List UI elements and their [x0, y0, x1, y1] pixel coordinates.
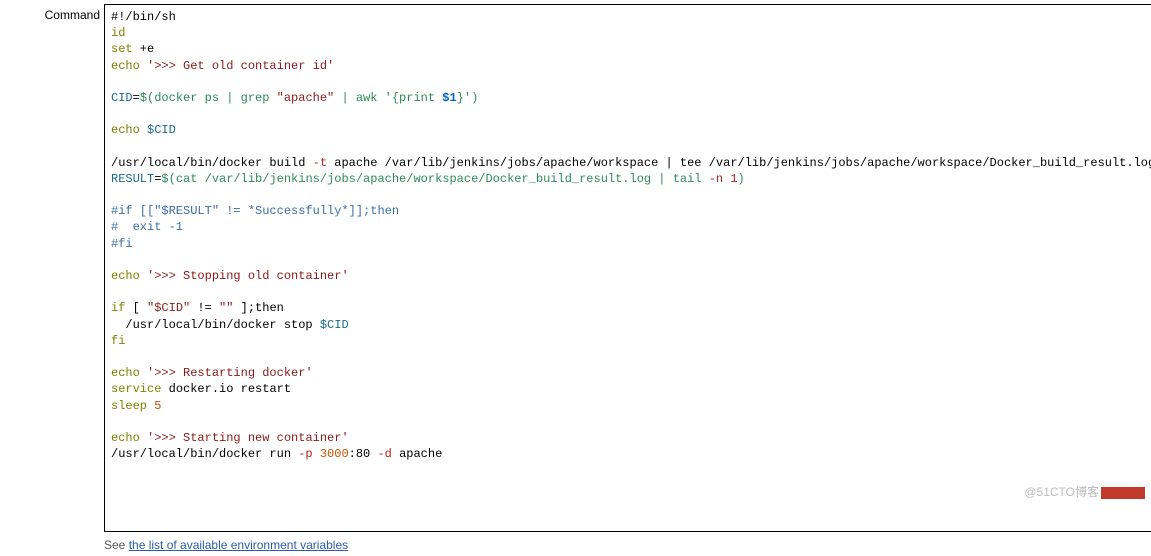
code-token: -d — [377, 447, 391, 461]
code-token: fi — [111, 334, 125, 348]
code-token: ) — [738, 172, 745, 186]
code-token: }') — [457, 91, 479, 105]
code-token: RESULT — [111, 172, 154, 186]
code-token: if — [111, 301, 125, 315]
code-token: -n 1 — [709, 172, 738, 186]
code-token: 5 — [147, 399, 161, 413]
code-line: #!/bin/sh — [111, 10, 176, 24]
code-token: "" — [219, 301, 233, 315]
code-token: | awk '{print — [334, 91, 442, 105]
code-token: /usr/local/bin/docker stop — [111, 318, 320, 332]
code-token: '>>> Restarting docker' — [140, 366, 313, 380]
code-token: set — [111, 42, 133, 56]
code-line: id — [111, 26, 125, 40]
watermark-text: @51CTO博客 — [1024, 485, 1099, 499]
code-token: apache — [392, 447, 442, 461]
code-token: $(cat /var/lib/jenkins/jobs/apache/works… — [161, 172, 708, 186]
code-token: '>>> Starting new container' — [140, 431, 349, 445]
code-token: $(docker ps | grep — [140, 91, 277, 105]
code-token: "apache" — [277, 91, 335, 105]
command-field-row: Command #!/bin/sh id set +e echo '>>> Ge… — [8, 4, 1143, 532]
code-token: "$CID" — [147, 301, 190, 315]
code-token: -t — [313, 156, 327, 170]
code-token: != — [190, 301, 219, 315]
code-token: echo — [111, 59, 140, 73]
code-token: service — [111, 382, 161, 396]
code-token: echo — [111, 269, 140, 283]
code-token: $CID — [140, 123, 176, 137]
code-line: # exit -1 — [111, 220, 183, 234]
code-token: $1 — [442, 91, 456, 105]
code-line: #if [["$RESULT" != *Successfully*]];then — [111, 204, 399, 218]
code-token: '>>> Get old container id' — [140, 59, 334, 73]
code-line: #fi — [111, 237, 133, 251]
code-token: /usr/local/bin/docker run — [111, 447, 298, 461]
code-token: '>>> Stopping old container' — [140, 269, 349, 283]
code-token: echo — [111, 123, 140, 137]
code-token: 3000 — [313, 447, 349, 461]
code-token: /usr/local/bin/docker build — [111, 156, 313, 170]
watermark: @51CTO博客 — [1024, 483, 1145, 500]
code-token: CID — [111, 91, 133, 105]
code-token: [ — [125, 301, 147, 315]
code-token: = — [133, 91, 140, 105]
code-token: :80 — [349, 447, 378, 461]
command-textarea[interactable]: #!/bin/sh id set +e echo '>>> Get old co… — [104, 4, 1151, 532]
code-token: echo — [111, 366, 140, 380]
env-vars-link[interactable]: the list of available environment variab… — [129, 538, 348, 552]
code-token: docker.io restart — [161, 382, 291, 396]
watermark-redbox-icon — [1101, 487, 1145, 499]
code-token: ];then — [233, 301, 283, 315]
code-token: +e — [133, 42, 155, 56]
code-token: echo — [111, 431, 140, 445]
code-token: $CID — [320, 318, 349, 332]
code-token: apache /var/lib/jenkins/jobs/apache/work… — [327, 156, 1151, 170]
code-token: -p — [298, 447, 312, 461]
code-token: sleep — [111, 399, 147, 413]
help-prefix: See — [104, 538, 129, 552]
command-label: Command — [8, 4, 100, 22]
help-text: See the list of available environment va… — [104, 538, 1143, 552]
